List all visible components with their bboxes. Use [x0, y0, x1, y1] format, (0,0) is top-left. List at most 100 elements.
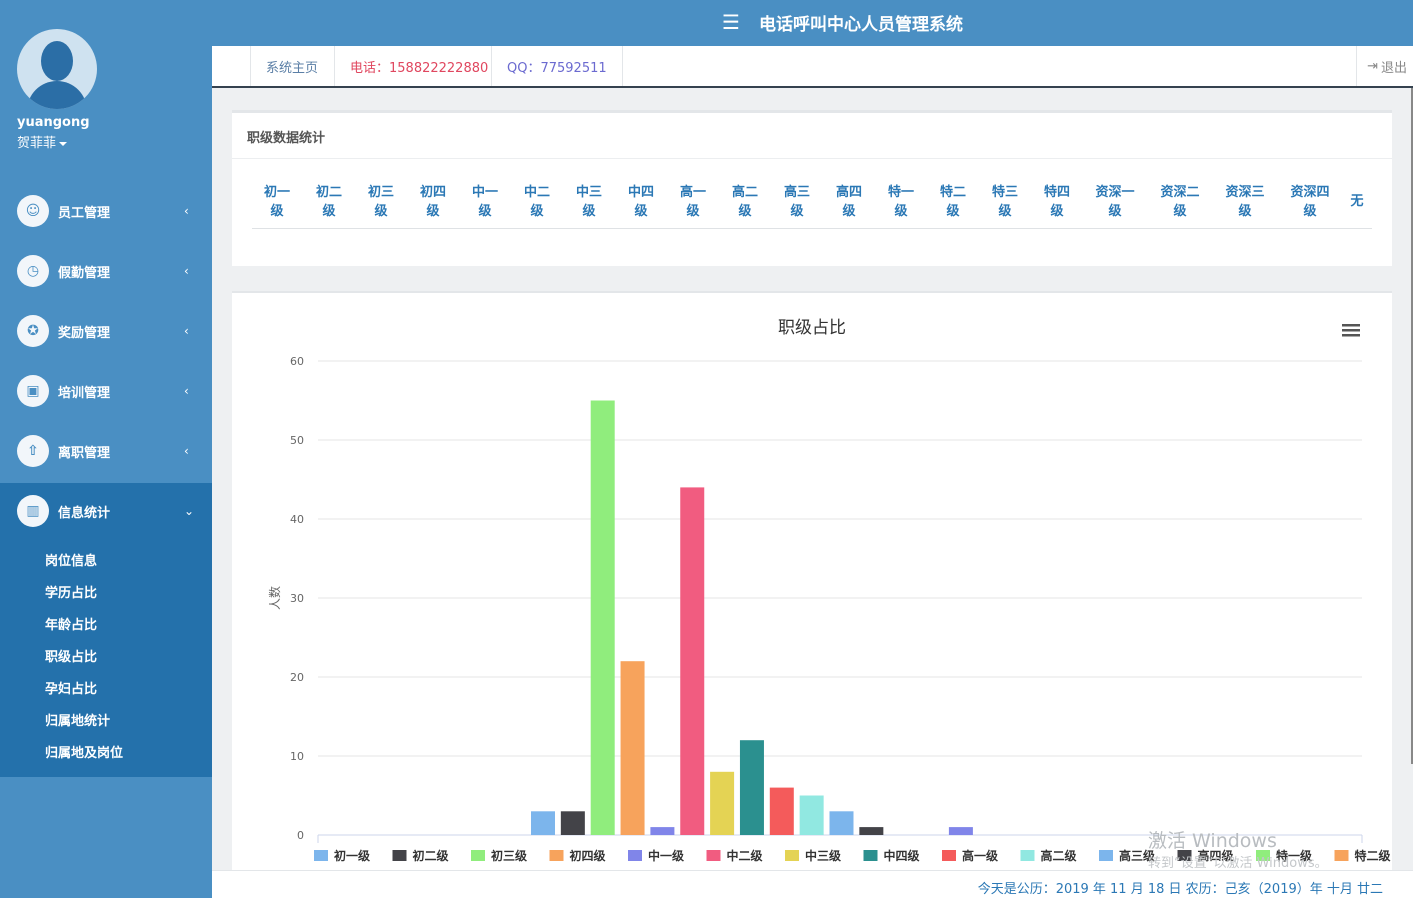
- y-tick-label: 20: [290, 671, 304, 684]
- menu-item-training[interactable]: ▣ 培训管理 ‹: [0, 361, 212, 421]
- nav-qq[interactable]: QQ：77592511: [491, 46, 623, 86]
- menu-label: 离职管理: [58, 445, 111, 461]
- menu-line: [1342, 329, 1360, 332]
- legend-swatch: [471, 850, 485, 861]
- chevron-left-icon: ‹: [184, 264, 189, 278]
- bar-高一级: [769, 787, 794, 835]
- legend-swatch: [314, 850, 328, 861]
- level-header-cell: 高三 级: [783, 185, 810, 219]
- level-header-cell: 特四 级: [1043, 185, 1070, 219]
- legend-swatch: [549, 850, 564, 861]
- user-name: yuangong: [17, 115, 90, 130]
- navbar: 系统主页 电话：158822222880 QQ：77592511 ⇥ 退出: [212, 46, 1413, 88]
- chevron-down-icon: ⌄: [184, 504, 195, 518]
- legend-item: 中二级: [727, 848, 763, 863]
- submenu-origin-position[interactable]: 归属地及岗位: [45, 742, 123, 761]
- level-stats-panel: 职级数据统计 初一 级初二 级初三 级初四 级中一 级中二 级中三 级中四 级高…: [232, 110, 1392, 266]
- award-icon: ✪: [17, 315, 49, 347]
- legend-item: 中四级: [884, 848, 920, 863]
- menu-line: [1342, 334, 1360, 337]
- nav-home[interactable]: 系统主页: [250, 46, 333, 86]
- menu-toggle-icon[interactable]: ☰: [722, 10, 740, 34]
- bar-chart: 职级占比 0 10 20 30 40 50 60 人数初一级 初二级 初三级 初四级 中一级 中二级 中三级…: [267, 318, 1391, 863]
- level-header-cell: 高一 级: [679, 185, 706, 219]
- bar-初一级: [531, 811, 555, 835]
- menu-item-leave[interactable]: ◷ 假勤管理 ‹: [0, 241, 212, 301]
- training-icon: ▣: [17, 375, 49, 407]
- bar-初三级: [590, 400, 615, 835]
- level-header-cell: 特二 级: [939, 185, 966, 219]
- avatar-head: [41, 41, 73, 81]
- legend-item: 特二级: [1355, 848, 1391, 863]
- avatar-body: [27, 81, 87, 109]
- level-header-cell: 初二 级: [315, 185, 342, 219]
- level-header-cell: 资深一 级: [1095, 185, 1135, 219]
- bar-中二级: [680, 487, 705, 835]
- legend-item: 初四级: [570, 848, 606, 863]
- level-header-cell: 中三 级: [575, 185, 602, 219]
- level-header-cell: 初一 级: [263, 185, 290, 219]
- bar-高三级: [829, 811, 854, 835]
- y-tick-label: 0: [297, 829, 304, 842]
- bar-chart-icon: ▥: [17, 495, 49, 527]
- menu-item-employee[interactable]: ☺ 员工管理 ‹: [0, 181, 212, 241]
- menu-item-resign[interactable]: ⇧ 离职管理 ‹: [0, 421, 212, 481]
- bar-初二级: [560, 811, 585, 835]
- legend-item: 初二级: [413, 848, 449, 863]
- legend-swatch: [1334, 850, 1349, 861]
- menu-item-award[interactable]: ✪ 奖励管理 ‹: [0, 301, 212, 361]
- menu-label: 奖励管理: [58, 325, 111, 341]
- legend-swatch: [863, 850, 878, 861]
- legend-item: 中一级: [648, 848, 684, 863]
- clock-icon: ◷: [17, 255, 49, 287]
- submenu-pregnant[interactable]: 孕妇占比: [45, 678, 97, 697]
- chart-menu-icon[interactable]: [1342, 324, 1360, 337]
- footer: 今天是公历：2019 年 11 月 18 日 农历：己亥（2019）年 十月 廿…: [212, 870, 1413, 898]
- windows-watermark: 激活 Windows: [1148, 830, 1277, 852]
- level-header-cell: 初三 级: [367, 185, 394, 219]
- chevron-left-icon: ‹: [184, 444, 189, 458]
- logout-button[interactable]: ⇥ 退出: [1356, 46, 1413, 86]
- app-title: 电话呼叫中心人员管理系统: [759, 15, 963, 35]
- sidebar: yuangong 贺菲菲 ☺ 员工管理 ‹ ◷ 假勤管理 ‹ ✪ 奖励管理 ‹ …: [0, 0, 212, 898]
- legend-swatch: [392, 850, 407, 861]
- submenu-position[interactable]: 岗位信息: [45, 550, 97, 569]
- submenu-education[interactable]: 学历占比: [45, 582, 97, 601]
- windows-watermark-sub: 转到“设置”以激活 Windows。: [1148, 856, 1328, 871]
- chevron-left-icon: ‹: [184, 384, 189, 398]
- logout-icon: ⇥: [1367, 58, 1378, 74]
- chevron-left-icon: ‹: [184, 324, 189, 338]
- chart-panel: 职级占比 0 10 20 30 40 50 60 人数 初一级 初二级 初三级 初四级 中一级 中二级 中三级…: [232, 291, 1392, 870]
- level-header-cell: 中一 级: [471, 185, 498, 219]
- bar-中三级: [710, 771, 735, 835]
- legend-swatch: [1099, 850, 1113, 861]
- people-icon: ☺: [17, 195, 49, 227]
- avatar[interactable]: [17, 29, 97, 109]
- level-header-cell: 资深三 级: [1225, 185, 1265, 219]
- y-axis-label: 人数: [267, 586, 282, 610]
- legend-item: 初一级: [334, 848, 370, 863]
- submenu-level[interactable]: 职级占比: [45, 646, 97, 665]
- submenu-age[interactable]: 年龄占比: [45, 614, 97, 633]
- bar-中四级: [739, 740, 764, 835]
- nav-phone[interactable]: 电话：158822222880: [334, 46, 503, 86]
- y-tick-label: 10: [290, 750, 304, 763]
- menu-item-statistics[interactable]: ▥ 信息统计 ⌄: [0, 481, 212, 541]
- level-header-row: 初一 级初二 级初三 级初四 级中一 级中二 级中三 级中四 级高一 级高二 级…: [252, 183, 1372, 229]
- bar-高二级: [799, 795, 824, 835]
- menu-label: 信息统计: [58, 505, 111, 521]
- legend-swatch: [1020, 850, 1035, 861]
- chart-title: 职级占比: [778, 318, 846, 338]
- bar-初四级: [620, 661, 645, 835]
- legend-item: 中三级: [805, 848, 841, 863]
- legend-swatch: [942, 850, 956, 861]
- footer-date: 今天是公历：2019 年 11 月 18 日 农历：己亥（2019）年 十月 廿…: [977, 882, 1383, 897]
- menu-line: [1342, 324, 1360, 327]
- level-header-cell: 资深二 级: [1160, 185, 1200, 219]
- user-role-dropdown[interactable]: 贺菲菲: [17, 132, 67, 151]
- upload-icon: ⇧: [17, 435, 49, 467]
- legend-item: 高二级: [1041, 848, 1077, 863]
- y-tick-label: 50: [290, 434, 304, 447]
- submenu-origin[interactable]: 归属地统计: [45, 710, 110, 729]
- level-header-cell: 特三 级: [991, 185, 1018, 219]
